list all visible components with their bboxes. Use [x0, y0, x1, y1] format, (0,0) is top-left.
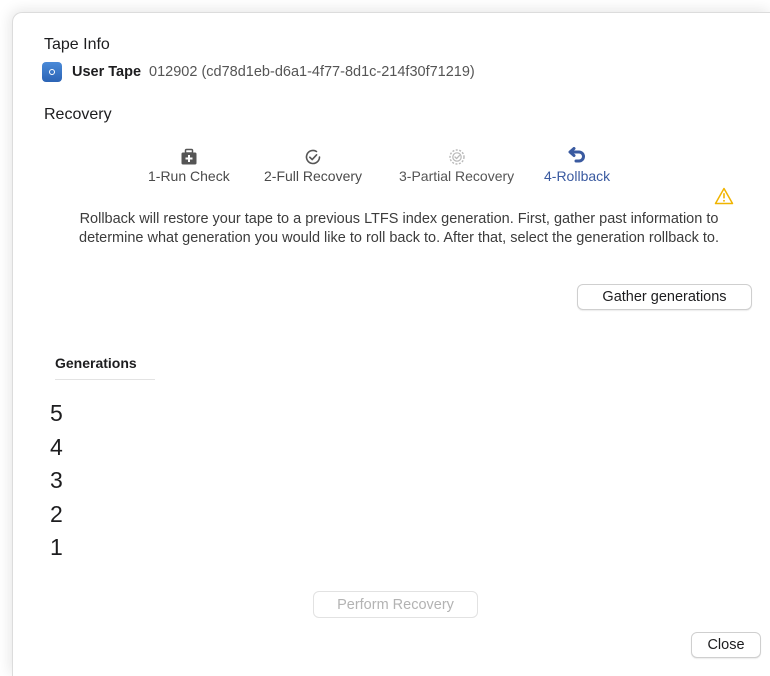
step-partial-recovery-label: 3-Partial Recovery: [399, 168, 515, 184]
recovery-dialog: [12, 12, 770, 676]
generation-item[interactable]: 4: [50, 431, 63, 465]
tape-type-label: User Tape: [72, 64, 142, 80]
generation-item[interactable]: 5: [50, 397, 63, 431]
tape-info-title: Tape Info: [44, 36, 110, 53]
tape-cartridge-icon: [42, 62, 62, 82]
checkmark-circle-dashed-icon: [448, 146, 466, 168]
generation-item[interactable]: 2: [50, 498, 63, 532]
step-run-check-label: 1-Run Check: [148, 168, 230, 184]
generation-item[interactable]: 1: [50, 531, 63, 565]
rollback-arrow-icon: [567, 146, 587, 168]
generations-list: 5 4 3 2 1: [50, 397, 63, 565]
first-aid-kit-icon: [180, 146, 198, 168]
generation-item[interactable]: 3: [50, 464, 63, 498]
step-full-recovery-label: 2-Full Recovery: [264, 168, 363, 184]
recovery-title: Recovery: [44, 106, 112, 123]
step-rollback-label: 4-Rollback: [544, 168, 611, 184]
tape-identifier: 012902 (cd78d1eb-d6a1-4f77-8d1c-214f30f7…: [149, 64, 475, 80]
step-rollback[interactable]: 4-Rollback: [544, 146, 610, 184]
perform-recovery-button[interactable]: Perform Recovery: [313, 591, 478, 618]
checkmark-circle-icon: [304, 146, 322, 168]
step-run-check[interactable]: 1-Run Check: [148, 146, 230, 184]
generations-column-header[interactable]: Generations: [55, 355, 155, 380]
tape-info-row: User Tape 012902 (cd78d1eb-d6a1-4f77-8d1…: [42, 62, 475, 82]
step-full-recovery[interactable]: 2-Full Recovery: [264, 146, 362, 184]
rollback-description: Rollback will restore your tape to a pre…: [79, 211, 719, 246]
warning-triangle-icon: [714, 187, 734, 210]
gather-generations-button[interactable]: Gather generations: [577, 284, 752, 310]
recovery-steps: 1-Run Check 2-Full Recovery 3-Partial Re…: [140, 146, 660, 192]
close-button[interactable]: Close: [691, 632, 761, 658]
step-partial-recovery[interactable]: 3-Partial Recovery: [399, 146, 514, 184]
